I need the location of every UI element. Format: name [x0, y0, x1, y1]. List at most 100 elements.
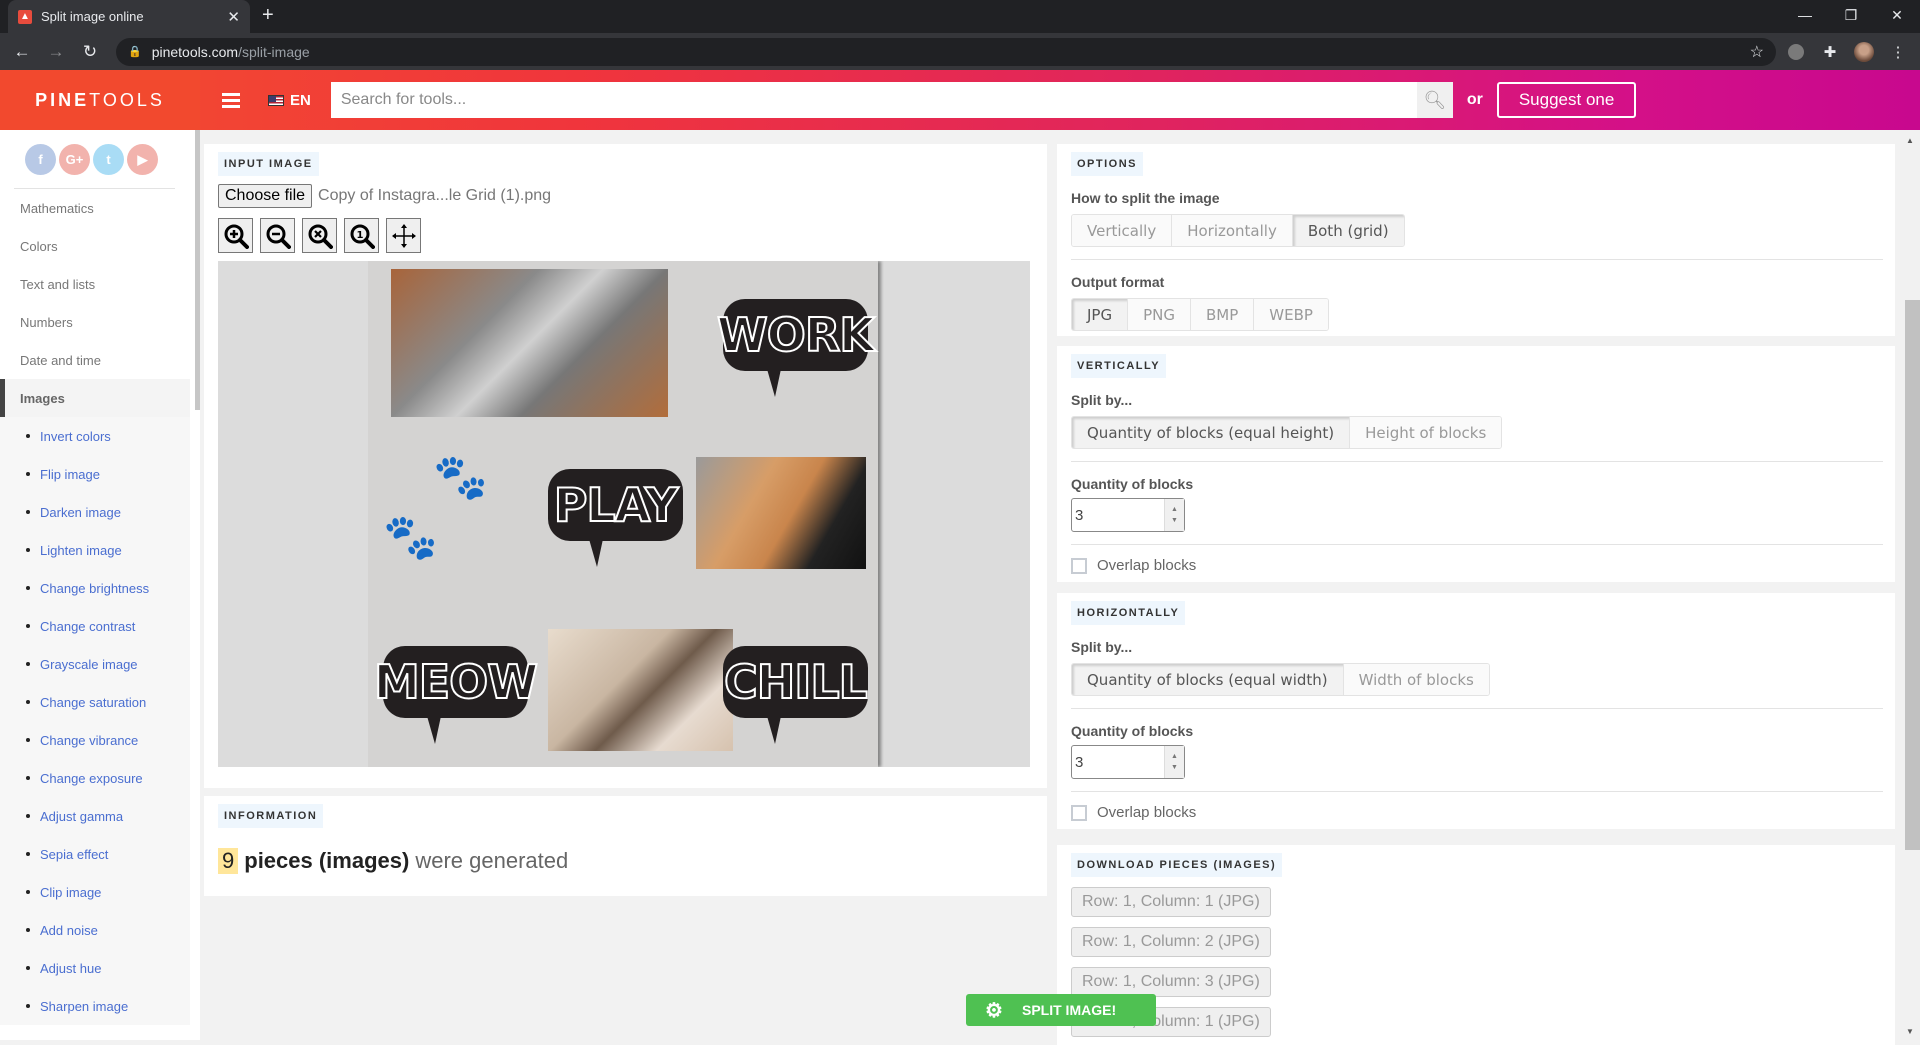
- sidebar-tool-link[interactable]: Add noise: [0, 911, 190, 949]
- language-selector[interactable]: EN: [268, 92, 311, 109]
- choose-file-button[interactable]: Choose file: [218, 184, 312, 208]
- download-piece-button[interactable]: Row: 1, Column: 2 (JPG): [1071, 927, 1271, 957]
- information-title: INFORMATION: [218, 804, 323, 828]
- horizontal-split-by-width-of-blocks[interactable]: Width of blocks: [1344, 664, 1489, 695]
- quantity-value: 3: [1075, 754, 1083, 771]
- pieces-count: 9: [218, 848, 238, 874]
- move-icon[interactable]: [386, 218, 421, 253]
- cat-paw-keyboard-photo: [696, 457, 866, 569]
- sidebar-tool-link[interactable]: Change exposure: [0, 759, 190, 797]
- step-up-icon[interactable]: ▲: [1171, 506, 1178, 513]
- tool-search: 🔍︎: [331, 82, 1453, 118]
- vertical-split-by-quantity-of-blocks-equal-height[interactable]: Quantity of blocks (equal height): [1072, 417, 1350, 448]
- lock-icon: 🔒: [128, 45, 142, 58]
- scrollbar-thumb[interactable]: [1905, 300, 1920, 850]
- download-piece-button[interactable]: Row: 1, Column: 3 (JPG): [1071, 967, 1271, 997]
- url-field[interactable]: 🔒 pinetools.com/split-image ☆: [116, 38, 1776, 66]
- sidebar-tool-link[interactable]: Change vibrance: [0, 721, 190, 759]
- sidebar-tool-link[interactable]: Clip image: [0, 873, 190, 911]
- sidebar-tool-link[interactable]: Flip image: [0, 455, 190, 493]
- facebook-icon[interactable]: f: [25, 144, 56, 175]
- page-scrollbar[interactable]: ▲ ▼: [1900, 130, 1920, 1040]
- image-preview-canvas[interactable]: WORK 🐾 🐾 PLAY MEOW CHILL: [218, 261, 1030, 767]
- vertical-quantity-input[interactable]: 3 ▲▼: [1071, 498, 1185, 532]
- vertical-split-by-height-of-blocks[interactable]: Height of blocks: [1350, 417, 1501, 448]
- split-option-both-grid[interactable]: Both (grid): [1293, 215, 1404, 246]
- format-option-webp[interactable]: WEBP: [1254, 299, 1328, 330]
- download-piece-button[interactable]: Row: 1, Column: 1 (JPG): [1071, 887, 1271, 917]
- bookmark-star-icon[interactable]: ☆: [1750, 42, 1764, 62]
- youtube-icon[interactable]: ▶: [127, 144, 158, 175]
- options-title: OPTIONS: [1071, 152, 1143, 176]
- search-icon[interactable]: 🔍︎: [1417, 82, 1453, 118]
- extension-power-icon[interactable]: [1782, 38, 1810, 66]
- speech-bubble-meow: MEOW: [383, 646, 528, 718]
- browser-menu-icon[interactable]: ⋮: [1884, 38, 1912, 66]
- zoom-actual-size-icon[interactable]: 1: [344, 218, 379, 253]
- step-up-icon[interactable]: ▲: [1171, 753, 1178, 760]
- close-tab-icon[interactable]: ✕: [227, 8, 240, 26]
- quantity-stepper[interactable]: ▲▼: [1164, 746, 1184, 778]
- format-option-png[interactable]: PNG: [1128, 299, 1191, 330]
- paw-print-icon: 🐾: [383, 511, 438, 563]
- sidebar-category-numbers[interactable]: Numbers: [0, 303, 200, 341]
- sidebar-tool-link[interactable]: Change brightness: [0, 569, 190, 607]
- zoom-in-icon[interactable]: [218, 218, 253, 253]
- quantity-stepper[interactable]: ▲▼: [1164, 499, 1184, 531]
- reload-icon[interactable]: ↻: [76, 38, 104, 66]
- format-option-jpg[interactable]: JPG: [1072, 299, 1128, 330]
- step-down-icon[interactable]: ▼: [1171, 517, 1178, 524]
- sidebar-category-text-and-lists[interactable]: Text and lists: [0, 265, 200, 303]
- divider: [1071, 544, 1883, 545]
- sidebar-category-mathematics[interactable]: Mathematics: [0, 189, 200, 227]
- output-format-label: Output format: [1071, 274, 1881, 290]
- sidebar-tool-link[interactable]: Lighten image: [0, 531, 190, 569]
- split-image-button[interactable]: ⚙ SPLIT IMAGE!: [966, 994, 1156, 1026]
- language-code: EN: [290, 92, 311, 109]
- forward-icon[interactable]: →: [42, 38, 70, 66]
- input-image-panel: INPUT IMAGE Choose file Copy of Instagra…: [204, 144, 1047, 788]
- profile-avatar[interactable]: [1850, 38, 1878, 66]
- restore-icon[interactable]: ❐: [1828, 0, 1874, 30]
- horizontal-overlap-checkbox[interactable]: [1071, 805, 1087, 821]
- sidebar-tool-link[interactable]: Adjust hue: [0, 949, 190, 987]
- pinetools-logo[interactable]: PINETOOLS: [0, 70, 200, 130]
- result-tail-text: were generated: [415, 848, 568, 874]
- sidebar-tool-link[interactable]: Adjust gamma: [0, 797, 190, 835]
- sidebar-tool-link[interactable]: Invert colors: [0, 417, 190, 455]
- split-option-vertically[interactable]: Vertically: [1072, 215, 1172, 246]
- sidebar-tool-link[interactable]: Sharpen image: [0, 987, 190, 1025]
- back-icon[interactable]: ←: [8, 38, 36, 66]
- minimize-icon[interactable]: —: [1782, 0, 1828, 30]
- sidebar-tool-link[interactable]: Grayscale image: [0, 645, 190, 683]
- zoom-out-icon[interactable]: [260, 218, 295, 253]
- sidebar-tool-link[interactable]: Change saturation: [0, 683, 190, 721]
- scroll-up-icon[interactable]: ▲: [1900, 136, 1920, 145]
- scroll-down-icon[interactable]: ▼: [1900, 1027, 1920, 1036]
- step-down-icon[interactable]: ▼: [1171, 764, 1178, 771]
- google-plus-icon[interactable]: G+: [59, 144, 90, 175]
- extensions-puzzle-icon[interactable]: ✚: [1816, 38, 1844, 66]
- format-option-bmp[interactable]: BMP: [1191, 299, 1254, 330]
- horizontal-split-by-quantity-of-blocks-equal-width[interactable]: Quantity of blocks (equal width): [1072, 664, 1344, 695]
- vertical-overlap-checkbox[interactable]: [1071, 558, 1087, 574]
- sidebar-tool-link[interactable]: Darken image: [0, 493, 190, 531]
- horizontal-quantity-input[interactable]: 3 ▲▼: [1071, 745, 1185, 779]
- sidebar-category-date-and-time[interactable]: Date and time: [0, 341, 200, 379]
- browser-tab[interactable]: ▲ Split image online ✕: [8, 0, 250, 33]
- new-tab-icon[interactable]: +: [262, 4, 274, 27]
- zoom-reset-icon[interactable]: [302, 218, 337, 253]
- sidebar-tool-link[interactable]: Sepia effect: [0, 835, 190, 873]
- split-option-horizontally[interactable]: Horizontally: [1172, 215, 1293, 246]
- search-input[interactable]: [331, 82, 1417, 118]
- sidebar-category-images[interactable]: Images: [0, 379, 190, 417]
- download-title: DOWNLOAD PIECES (IMAGES): [1071, 853, 1282, 877]
- hamburger-menu-icon[interactable]: [222, 93, 240, 108]
- sidebar-tool-link[interactable]: Change contrast: [0, 607, 190, 645]
- horizontal-split-by-selector: Quantity of blocks (equal width)Width of…: [1071, 663, 1490, 696]
- window-close-icon[interactable]: ✕: [1874, 0, 1920, 30]
- svg-text:1: 1: [356, 230, 363, 241]
- suggest-one-button[interactable]: Suggest one: [1497, 82, 1636, 118]
- twitter-icon[interactable]: t: [93, 144, 124, 175]
- sidebar-category-colors[interactable]: Colors: [0, 227, 200, 265]
